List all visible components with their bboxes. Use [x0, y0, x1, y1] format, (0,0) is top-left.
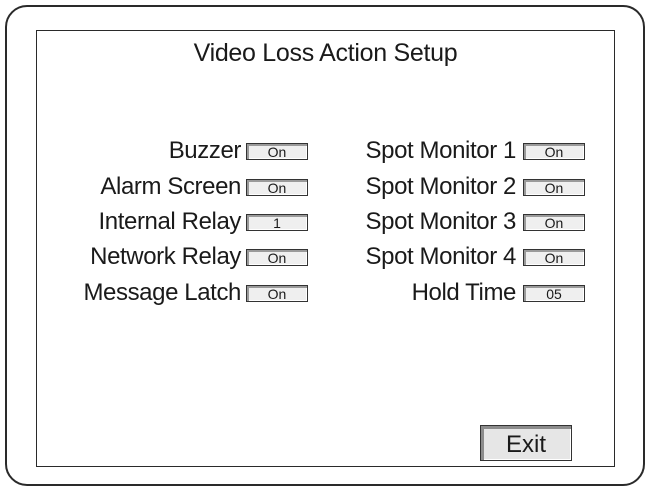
- network-relay-field[interactable]: On: [246, 248, 308, 266]
- setting-row-buzzer: Buzzer On: [37, 136, 308, 166]
- hold-time-field[interactable]: 05: [523, 284, 585, 302]
- setting-row-spot-monitor-3: Spot Monitor 3 On: [332, 207, 585, 237]
- setting-row-message-latch: Message Latch On: [37, 278, 308, 308]
- setting-row-hold-time: Hold Time 05: [332, 278, 585, 308]
- spot-monitor-2-label: Spot Monitor 2: [365, 173, 517, 200]
- internal-relay-field[interactable]: 1: [246, 213, 308, 231]
- spot-monitor-4-label: Spot Monitor 4: [365, 243, 517, 270]
- spot-monitor-1-field[interactable]: On: [523, 142, 585, 160]
- buzzer-field[interactable]: On: [246, 142, 308, 160]
- message-latch-label: Message Latch: [83, 279, 241, 306]
- setting-row-network-relay: Network Relay On: [37, 242, 308, 272]
- setting-row-spot-monitor-1: Spot Monitor 1 On: [332, 136, 585, 166]
- exit-button[interactable]: Exit: [480, 425, 572, 461]
- buzzer-label: Buzzer: [168, 137, 242, 164]
- setup-screen: Video Loss Action Setup Buzzer On Alarm …: [36, 30, 615, 467]
- hold-time-label: Hold Time: [411, 279, 517, 306]
- spot-monitor-3-label: Spot Monitor 3: [365, 208, 517, 235]
- spot-monitor-3-field[interactable]: On: [523, 213, 585, 231]
- setting-row-spot-monitor-2: Spot Monitor 2 On: [332, 172, 585, 202]
- network-relay-label: Network Relay: [90, 243, 241, 270]
- setting-row-internal-relay: Internal Relay 1: [37, 207, 308, 237]
- alarm-screen-field[interactable]: On: [246, 178, 308, 196]
- internal-relay-label: Internal Relay: [98, 208, 242, 235]
- spot-monitor-2-field[interactable]: On: [523, 178, 585, 196]
- message-latch-field[interactable]: On: [246, 284, 308, 302]
- spot-monitor-1-label: Spot Monitor 1: [365, 137, 517, 164]
- page-title: Video Loss Action Setup: [193, 39, 458, 67]
- setting-row-spot-monitor-4: Spot Monitor 4 On: [332, 242, 585, 272]
- alarm-screen-label: Alarm Screen: [100, 173, 241, 200]
- setting-row-alarm-screen: Alarm Screen On: [37, 172, 308, 202]
- spot-monitor-4-field[interactable]: On: [523, 248, 585, 266]
